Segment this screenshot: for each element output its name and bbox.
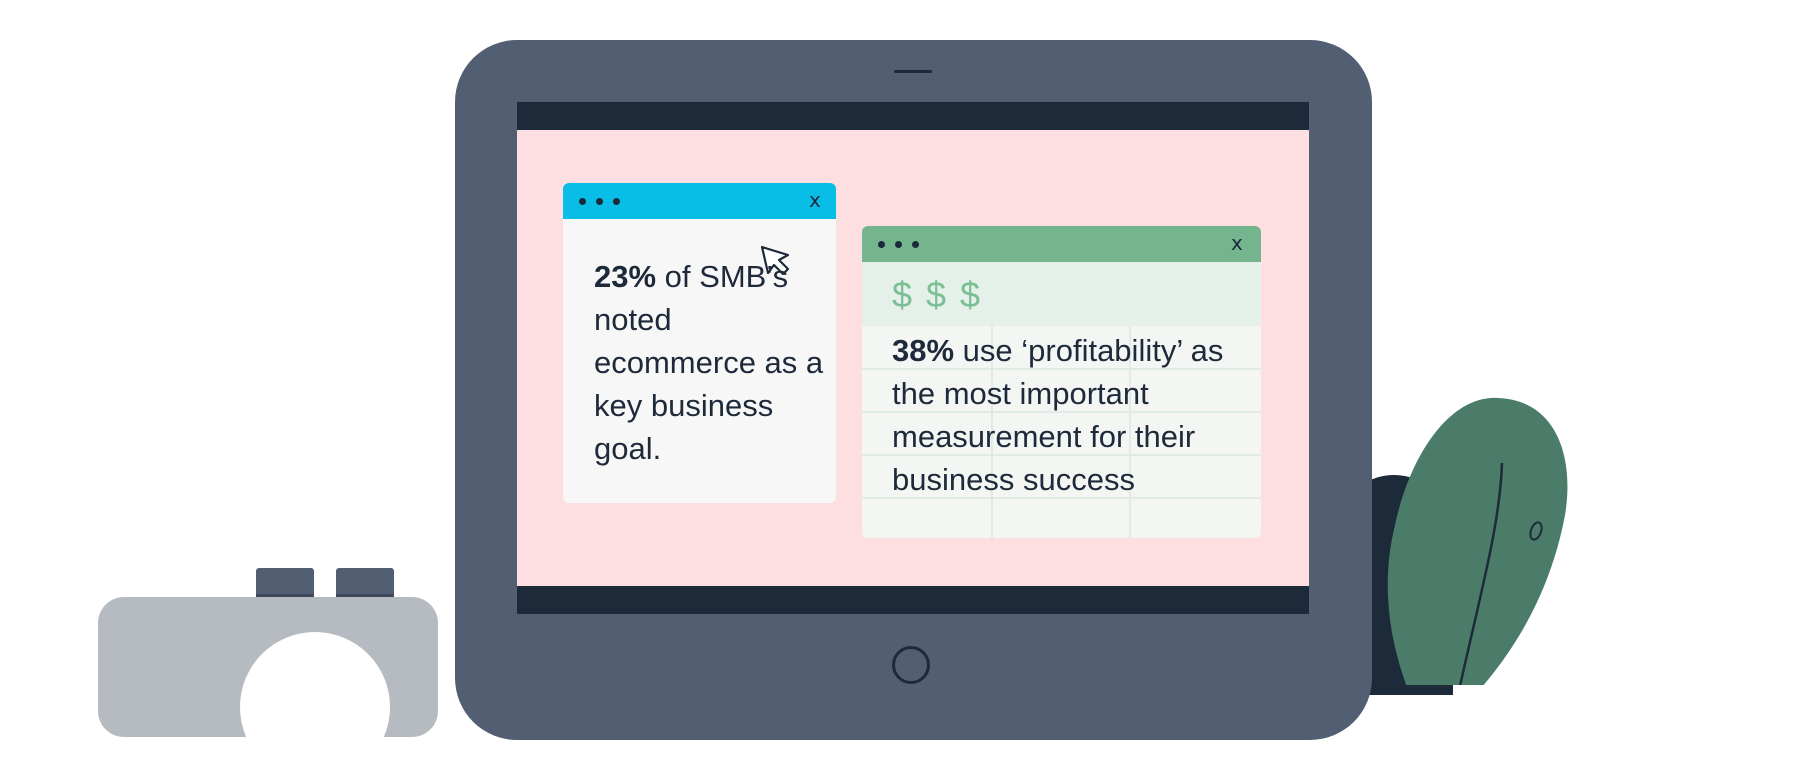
close-icon[interactable]: x bbox=[809, 190, 821, 210]
stat-value: 38% bbox=[892, 333, 955, 368]
camera-illustration bbox=[98, 597, 438, 782]
screen-bottom-bar bbox=[517, 586, 1309, 614]
camera-button-right bbox=[336, 568, 394, 598]
dollar-symbols: $ $ $ bbox=[892, 274, 983, 315]
tablet-device: x 23% of SMB’s noted ecommerce as a key … bbox=[455, 40, 1372, 740]
stat-card-profitability: x $ $ $ 38% use ‘profitability’ as the m… bbox=[862, 226, 1261, 538]
close-icon[interactable]: x bbox=[1231, 233, 1243, 253]
leaf-icon bbox=[1387, 397, 1568, 685]
card-titlebar: x bbox=[862, 226, 1261, 262]
window-dots-icon bbox=[579, 198, 620, 205]
card-stat-text: 23% of SMB’s noted ecommerce as a key bu… bbox=[594, 255, 824, 470]
screen-top-bar bbox=[517, 102, 1309, 130]
tablet-home-button[interactable] bbox=[892, 646, 930, 684]
card-titlebar: x bbox=[563, 183, 836, 219]
window-dots-icon bbox=[878, 241, 919, 248]
card-stat-text: 38% use ‘profitability’ as the most impo… bbox=[892, 329, 1252, 501]
stat-value: 23% bbox=[594, 259, 657, 294]
camera-lens bbox=[240, 632, 390, 782]
stat-card-ecommerce: x 23% of SMB’s noted ecommerce as a key … bbox=[563, 183, 836, 503]
camera-button-left bbox=[256, 568, 314, 598]
tablet-speaker bbox=[894, 70, 932, 73]
tablet-screen: x 23% of SMB’s noted ecommerce as a key … bbox=[517, 102, 1309, 614]
